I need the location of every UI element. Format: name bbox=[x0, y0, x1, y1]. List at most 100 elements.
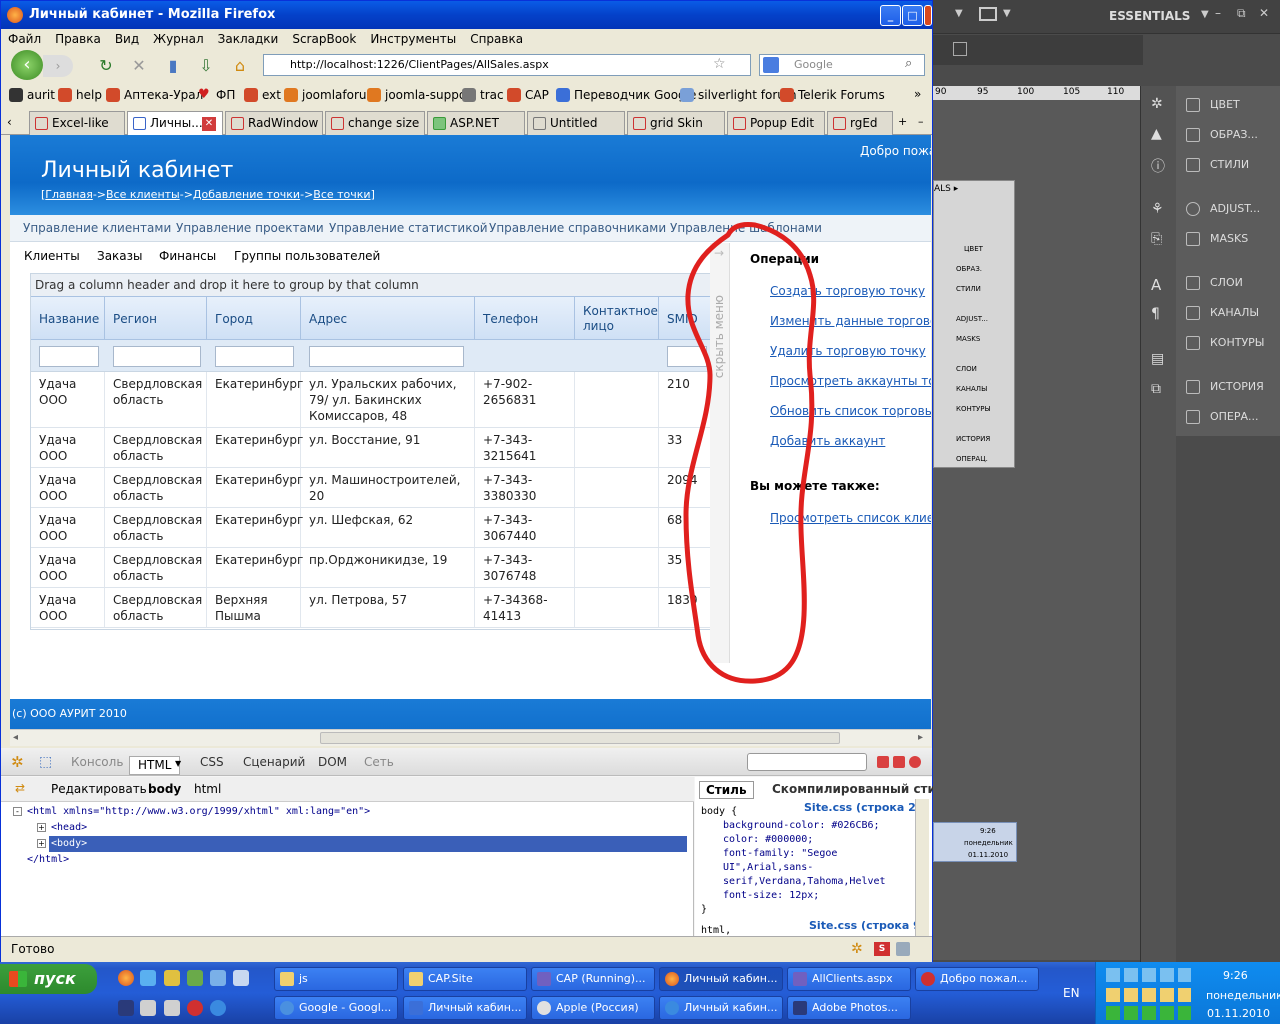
menu-bookmarks[interactable]: Закладки bbox=[211, 29, 286, 49]
mini-label[interactable]: ИСТОРИЯ bbox=[956, 435, 990, 443]
app-quicklaunch-icon[interactable] bbox=[140, 1000, 156, 1016]
collapse-icon[interactable]: - bbox=[13, 807, 22, 816]
chevron-down-icon[interactable]: ▼ bbox=[1003, 8, 1011, 19]
info-icon[interactable]: ⓘ bbox=[1151, 156, 1165, 176]
inspect-icon[interactable]: ⬚ bbox=[39, 754, 52, 770]
panel-styles[interactable]: СТИЛИ bbox=[1176, 154, 1249, 176]
download-icon[interactable]: ⇩ bbox=[195, 55, 217, 77]
style-scrollbar[interactable] bbox=[915, 799, 929, 936]
css-rule[interactable]: color: #000000; bbox=[723, 834, 813, 845]
scrapbook-icon[interactable]: ▮ bbox=[162, 55, 184, 77]
layer-comps-icon[interactable]: ⧉ bbox=[1151, 381, 1161, 397]
tab[interactable]: ASP.NET Gri... bbox=[427, 111, 525, 152]
tab[interactable]: change size ... bbox=[325, 111, 425, 152]
app-quicklaunch-icon[interactable] bbox=[164, 970, 180, 986]
search-icon[interactable]: ⌕ bbox=[905, 56, 912, 71]
css-rule[interactable]: UI",Arial,sans- bbox=[723, 862, 813, 873]
taskbar-button[interactable]: Личный кабин... bbox=[659, 996, 783, 1020]
firebug-icon[interactable]: ✲ bbox=[11, 753, 29, 771]
histogram-icon[interactable]: ▲ bbox=[1151, 126, 1162, 142]
tab-style[interactable]: Стиль bbox=[699, 781, 754, 799]
mini-label[interactable]: ОБРАЗ. bbox=[956, 265, 982, 273]
app-quicklaunch-icon[interactable] bbox=[164, 1000, 180, 1016]
taskbar-button[interactable]: Google - Googl... bbox=[274, 996, 398, 1020]
taskbar-button[interactable]: CAP.Site bbox=[403, 967, 527, 991]
bookmark-item[interactable]: aurit bbox=[7, 83, 55, 107]
bookmark-item[interactable]: Аптека-Урал bbox=[104, 83, 203, 107]
ps-minimize-icon[interactable]: – bbox=[1215, 6, 1221, 20]
taskbar-button[interactable]: Добро пожал... bbox=[915, 967, 1039, 991]
tab-active[interactable]: Личны... ✕ bbox=[127, 111, 223, 136]
menu-edit[interactable]: Правка bbox=[48, 29, 108, 49]
mini-label[interactable]: КАНАЛЫ bbox=[956, 385, 987, 393]
taskbar-button[interactable]: AllClients.aspx bbox=[787, 967, 911, 991]
tab[interactable]: Untitled Page bbox=[527, 111, 625, 152]
menu-help[interactable]: Справка bbox=[463, 29, 530, 49]
horizontal-scrollbar[interactable]: ◂ ▸ bbox=[10, 729, 931, 746]
expand-icon[interactable]: + bbox=[37, 823, 46, 832]
css-source-link[interactable]: Site.css (строка 9) bbox=[809, 919, 926, 932]
start-button[interactable]: пуск bbox=[0, 964, 97, 994]
bookmark-star-icon[interactable]: ☆ bbox=[713, 56, 726, 72]
firebug-search-input[interactable] bbox=[747, 753, 867, 771]
minimize-button[interactable]: _ bbox=[880, 5, 901, 26]
screen-mode-icon[interactable] bbox=[979, 7, 997, 21]
back-button[interactable]: ‹ bbox=[11, 50, 43, 80]
language-indicator[interactable]: EN bbox=[1063, 986, 1080, 1000]
opera-quicklaunch-icon[interactable] bbox=[187, 1000, 203, 1016]
firebug-tab-script[interactable]: Сценарий bbox=[235, 754, 313, 770]
bookmark-item[interactable]: ext bbox=[242, 83, 281, 107]
photoshop-quicklaunch-icon[interactable] bbox=[118, 1000, 134, 1016]
firefox-quicklaunch-icon[interactable] bbox=[118, 970, 134, 986]
brushes-icon[interactable]: ⚘ bbox=[1151, 201, 1164, 217]
tab[interactable]: RadWindow ... bbox=[225, 111, 323, 152]
panel-masks[interactable]: MASKS bbox=[1176, 228, 1248, 250]
css-rule[interactable]: background-color: #026CB6; bbox=[723, 820, 880, 831]
mini-label[interactable]: СТИЛИ bbox=[956, 285, 981, 293]
menu-history[interactable]: Журнал bbox=[146, 29, 211, 49]
css-rule[interactable]: font-size: 12px; bbox=[723, 890, 819, 901]
search-input[interactable]: Google bbox=[759, 54, 925, 76]
maximize-button[interactable]: □ bbox=[902, 5, 923, 26]
firebug-detach-icon[interactable] bbox=[893, 756, 905, 768]
paragraph-icon[interactable]: ¶ bbox=[1151, 306, 1160, 322]
firebug-status-icon[interactable]: ✲ bbox=[851, 941, 863, 957]
firebug-tab-dom[interactable]: DOM bbox=[310, 754, 355, 770]
mini-label[interactable]: СЛОИ bbox=[956, 365, 977, 373]
chevron-down-icon[interactable]: ▼ bbox=[175, 759, 181, 768]
taskbar-button[interactable]: Apple (Россия) bbox=[531, 996, 655, 1020]
bookmarks-overflow-icon[interactable]: » bbox=[914, 87, 921, 101]
document-icon[interactable] bbox=[953, 42, 967, 56]
html-node[interactable]: <html xmlns="http://www.w3.org/1999/xhtm… bbox=[27, 806, 370, 817]
firebug-close-icon[interactable] bbox=[909, 756, 921, 768]
crumb-body[interactable]: body bbox=[148, 782, 181, 796]
panel-color[interactable]: ЦВЕТ bbox=[1176, 94, 1240, 116]
panel-adjustments[interactable]: ADJUST... bbox=[1176, 198, 1260, 220]
panel-actions[interactable]: ОПЕРА... bbox=[1176, 406, 1259, 428]
app-quicklaunch-icon[interactable] bbox=[187, 970, 203, 986]
ps-floating-tab[interactable]: ALS ▸ bbox=[934, 184, 958, 194]
tab[interactable]: rgEd bbox=[827, 111, 893, 135]
url-bar[interactable]: http://localhost:1226/ClientPages/AllSal… bbox=[263, 54, 751, 76]
panel-paths[interactable]: КОНТУРЫ bbox=[1176, 332, 1265, 354]
workspace-label[interactable]: ESSENTIALS bbox=[1109, 9, 1190, 23]
ps-close-icon[interactable]: ✕ bbox=[1259, 6, 1269, 20]
stop-icon[interactable]: ✕ bbox=[128, 55, 150, 77]
navigator-icon[interactable]: ✲ bbox=[1151, 96, 1163, 112]
tab-computed-style[interactable]: Скомпилированный стиль bbox=[772, 782, 952, 796]
mini-label[interactable]: ADJUST... bbox=[956, 315, 988, 323]
mini-label[interactable]: ОПЕРАЦ. bbox=[956, 455, 988, 463]
menu-tools[interactable]: Инструменты bbox=[363, 29, 463, 49]
panel-swatches[interactable]: ОБРАЗ... bbox=[1176, 124, 1258, 146]
edit-icon[interactable]: ⇄ bbox=[15, 781, 25, 795]
app-quicklaunch-icon[interactable] bbox=[233, 970, 249, 986]
firebug-tab-console[interactable]: Консоль bbox=[63, 754, 131, 770]
notes-icon[interactable]: ▤ bbox=[1151, 351, 1164, 367]
mini-label[interactable]: ЦВЕТ bbox=[964, 245, 983, 253]
panel-layers[interactable]: СЛОИ bbox=[1176, 272, 1243, 294]
page-icon[interactable] bbox=[896, 942, 910, 956]
tab[interactable]: Excel-like Au... bbox=[29, 111, 125, 152]
ie-quicklaunch-icon[interactable] bbox=[140, 970, 156, 986]
bookmark-item[interactable]: Переводчик Google bbox=[554, 83, 696, 107]
home-icon[interactable]: ⌂ bbox=[229, 55, 251, 77]
